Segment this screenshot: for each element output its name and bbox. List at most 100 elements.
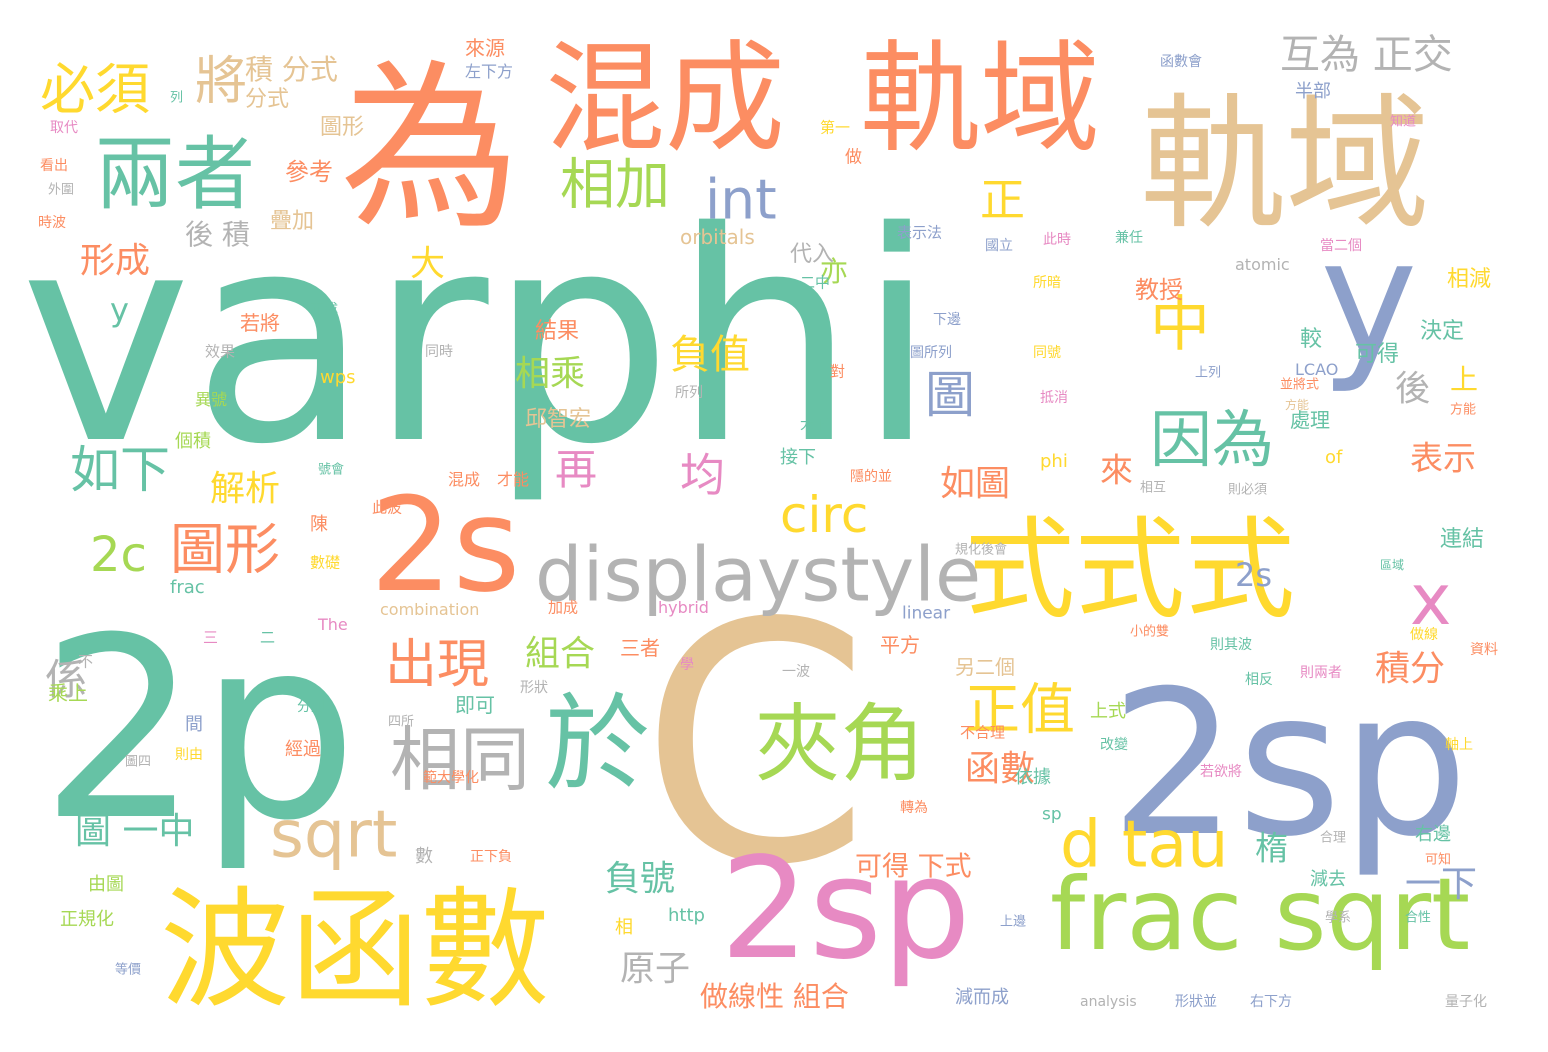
cloud-word: x — [1410, 559, 1452, 641]
cloud-word: 後 — [1395, 369, 1431, 410]
cloud-word: 上邊 — [1000, 914, 1027, 930]
cloud-word: 此時 — [1043, 232, 1071, 248]
cloud-word: 國立 — [985, 238, 1013, 254]
cloud-word: 則其波 — [1210, 637, 1252, 653]
cloud-word: int — [705, 167, 777, 232]
cloud-word: 由圖 — [88, 874, 124, 895]
cloud-word: 軌域 — [860, 30, 1100, 169]
cloud-word: 所列 — [675, 385, 703, 401]
cloud-word: 號會 — [318, 462, 345, 478]
cloud-word: analysis — [1080, 994, 1137, 1010]
cloud-word: 上 — [1450, 363, 1479, 396]
cloud-word: 乘上 — [48, 681, 88, 705]
cloud-word: 邱智宏 — [525, 407, 592, 432]
cloud-word: 形狀並 — [1175, 994, 1217, 1010]
cloud-word: 同號 — [1033, 345, 1061, 361]
cloud-word: orbitals — [680, 225, 755, 249]
cloud-word: circ — [780, 486, 869, 544]
cloud-word: sp — [1042, 804, 1062, 825]
cloud-word: 即可 — [455, 693, 495, 717]
cloud-word: 當二個 — [1320, 238, 1362, 254]
cloud-word: 軸上 — [1445, 737, 1473, 753]
cloud-word: 減去 — [1310, 869, 1346, 890]
cloud-word: LCAO — [1295, 360, 1339, 379]
cloud-word: 效果 — [205, 342, 236, 361]
cloud-word: 資料 — [1470, 642, 1498, 658]
cloud-word: 參考 — [285, 158, 333, 186]
cloud-word: 表示 — [1410, 438, 1476, 478]
cloud-word: 形狀 — [520, 680, 548, 696]
cloud-word: 夾角 — [755, 695, 926, 795]
cloud-word: 才能 — [497, 470, 530, 489]
cloud-word: 連結 — [1440, 527, 1485, 552]
cloud-word: 不 — [78, 652, 94, 671]
cloud-word: http — [668, 905, 705, 926]
cloud-word: 互為 正交 — [1280, 32, 1453, 78]
cloud-word: sqrt — [270, 797, 398, 873]
cloud-word: 學系 — [1325, 910, 1352, 926]
cloud-word: 三者 — [620, 636, 660, 660]
cloud-word: 同時 — [425, 344, 453, 360]
cloud-word: 若將 — [240, 311, 280, 335]
cloud-word: 後 積 — [185, 218, 250, 251]
cloud-word: 圖 一中 — [75, 811, 195, 852]
cloud-word: 合理 — [1320, 830, 1347, 846]
cloud-word: frac — [170, 577, 205, 598]
cloud-word: 依據 — [1015, 767, 1051, 788]
cloud-word: 圖形 — [320, 115, 365, 140]
cloud-word: 小的雙 — [1130, 624, 1170, 640]
cloud-word: 積分 — [1375, 649, 1446, 690]
cloud-word: 個積 — [175, 431, 211, 452]
cloud-word: 形成 — [80, 241, 151, 282]
cloud-word: 波函數 — [160, 874, 551, 1026]
cloud-word: 改變 — [1100, 737, 1128, 753]
cloud-word: 四所 — [388, 714, 415, 730]
cloud-word: 經過 — [285, 739, 321, 760]
cloud-word: 此波 — [372, 498, 403, 517]
cloud-word: 做線性 組合 — [700, 980, 849, 1013]
cloud-word: 混成 — [448, 470, 481, 489]
cloud-word: 間 — [185, 714, 203, 735]
cloud-word: 右邊 — [1415, 824, 1451, 845]
cloud-word: 疊加 — [270, 209, 315, 234]
word-cloud: varphi 2p C 2sp 為混成 軌域 軌域 波函數 2s 2sp 式式式 frac sqrt d… — [0, 0, 1548, 1052]
cloud-word: hybrid — [658, 598, 709, 617]
cloud-word: 圖四 — [125, 754, 152, 770]
cloud-word: 圖所列 — [910, 345, 952, 361]
cloud-word: 取代 — [50, 120, 78, 136]
cloud-word: 較 — [1300, 327, 1323, 352]
cloud-word: 相加 — [560, 152, 671, 217]
cloud-word: 結果 — [535, 319, 580, 344]
cloud-word: 左下方 — [465, 62, 514, 81]
cloud-word: 上列 — [1195, 365, 1222, 381]
cloud-word: 教授 — [1135, 276, 1183, 304]
cloud-word: 原子 — [620, 949, 691, 990]
cloud-word: 所暗 — [1033, 275, 1061, 291]
cloud-word: 規化後會 — [955, 542, 1008, 558]
cloud-word: 抵消 — [1040, 390, 1068, 406]
cloud-word: 分式 — [245, 87, 290, 112]
cloud-word: 組合 — [525, 634, 596, 675]
cloud-word: 可得 下式 — [855, 851, 972, 883]
cloud-word: 兼任 — [1115, 230, 1143, 246]
cloud-word: 相 — [615, 917, 633, 938]
cloud-word: 如下 — [70, 441, 170, 499]
cloud-word: 正下負 — [470, 849, 512, 865]
cloud-word: 大 — [410, 244, 446, 285]
cloud-word: 數礎 — [310, 553, 341, 572]
cloud-word: 而成 — [310, 302, 338, 318]
cloud-word: 另二個 — [955, 655, 1015, 679]
cloud-word: 正規化 — [60, 909, 114, 930]
cloud-word: 相互 — [1140, 480, 1167, 496]
cloud-word: 函數會 — [1160, 54, 1202, 70]
cloud-word: 因為 — [1150, 403, 1275, 476]
cloud-word: 外圍 — [48, 182, 75, 198]
cloud-word: 上式 — [1090, 701, 1126, 722]
cloud-word: 可知 — [1425, 852, 1452, 868]
cloud-word: 出現 — [385, 635, 490, 695]
cloud-word: 負值 — [670, 332, 750, 378]
cloud-word: 兩者 — [95, 128, 255, 221]
cloud-word: phi — [1040, 451, 1068, 472]
cloud-word: 加成 — [548, 598, 579, 617]
cloud-word: 則由 — [175, 747, 203, 763]
